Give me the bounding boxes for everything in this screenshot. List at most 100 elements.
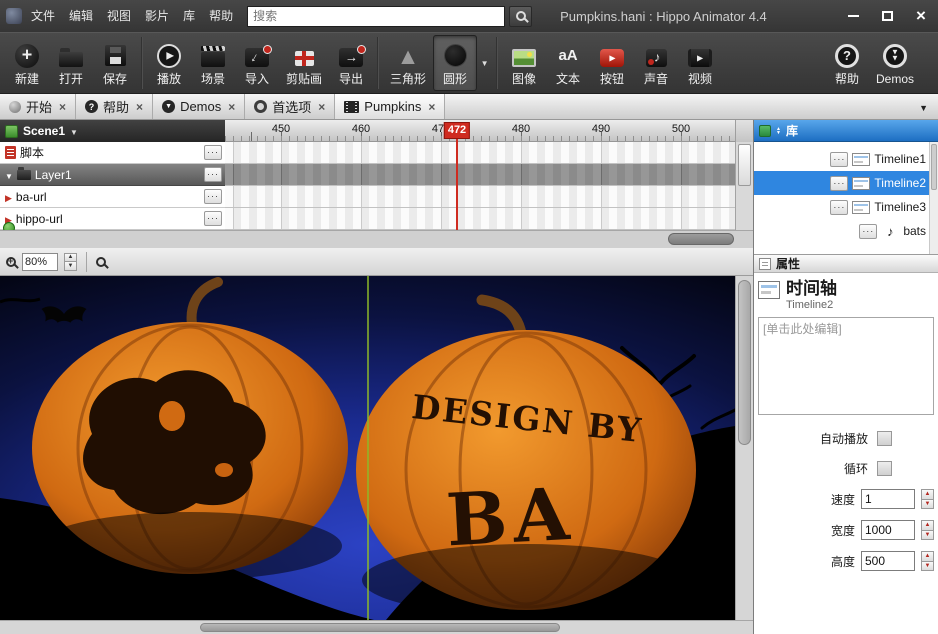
script-icon bbox=[5, 146, 16, 159]
spinner-down-icon[interactable]: ▼ bbox=[921, 562, 934, 572]
track-name-script[interactable]: 脚本 ··· bbox=[0, 142, 225, 164]
new-button[interactable]: 新建 bbox=[5, 35, 49, 91]
track-name-layer1[interactable]: Layer1 ··· bbox=[0, 164, 225, 186]
video-button[interactable]: 视频 bbox=[678, 35, 722, 91]
notes-edit-field[interactable]: [单击此处编辑] bbox=[758, 317, 934, 415]
spinner-down-icon[interactable]: ▼ bbox=[921, 500, 934, 510]
menu-library[interactable]: 库 bbox=[176, 0, 202, 32]
item-options-button[interactable]: ··· bbox=[830, 200, 848, 215]
tab-close-icon[interactable]: × bbox=[136, 100, 143, 114]
library-item-bats[interactable]: ··· bats bbox=[754, 219, 938, 243]
library-item-timeline3[interactable]: ··· Timeline3 bbox=[754, 195, 938, 219]
circle-tool-button[interactable]: 圆形 bbox=[433, 35, 477, 91]
tab-close-icon[interactable]: × bbox=[318, 100, 325, 114]
tab-overflow-button[interactable] bbox=[919, 98, 928, 116]
track-name-hippo-url[interactable]: hippo-url ··· bbox=[0, 208, 225, 230]
tab-start[interactable]: 开始× bbox=[0, 94, 76, 119]
item-options-button[interactable]: ··· bbox=[830, 176, 848, 191]
track-options-button[interactable]: ··· bbox=[204, 211, 222, 226]
help-button[interactable]: 帮助 bbox=[825, 35, 869, 91]
scrollbar-thumb[interactable] bbox=[200, 623, 560, 632]
clipart-button[interactable]: 剪贴画 bbox=[279, 35, 329, 91]
menu-movie[interactable]: 影片 bbox=[138, 0, 176, 32]
tab-help[interactable]: 帮助× bbox=[76, 94, 153, 119]
track-frames[interactable] bbox=[225, 186, 753, 208]
menu-help[interactable]: 帮助 bbox=[202, 0, 240, 32]
spinner-up-icon[interactable]: ▲ bbox=[921, 489, 934, 500]
spinner-up-icon[interactable]: ▲ bbox=[921, 551, 934, 562]
button-element-button[interactable]: 按钮 bbox=[590, 35, 634, 91]
library-add-icon[interactable] bbox=[759, 125, 771, 137]
menu-file[interactable]: 文件 bbox=[24, 0, 62, 32]
save-button[interactable]: 保存 bbox=[93, 35, 137, 91]
scrollbar-thumb[interactable] bbox=[738, 280, 751, 445]
menu-view[interactable]: 视图 bbox=[100, 0, 138, 32]
image-icon bbox=[512, 49, 536, 67]
track-options-button[interactable]: ··· bbox=[204, 167, 222, 182]
stage-canvas[interactable]: DESIGN BY BA bbox=[0, 276, 735, 620]
demos-button[interactable]: Demos bbox=[869, 35, 921, 91]
speed-input[interactable] bbox=[861, 489, 915, 509]
minimize-button[interactable] bbox=[836, 0, 870, 32]
play-button[interactable]: 播放 bbox=[147, 35, 191, 91]
search-input[interactable] bbox=[247, 6, 505, 27]
sort-icon[interactable] bbox=[776, 127, 781, 135]
triangle-tool-button[interactable]: 三角形 bbox=[383, 35, 433, 91]
tab-demos[interactable]: Demos× bbox=[153, 94, 245, 119]
canvas-horizontal-scrollbar[interactable] bbox=[0, 620, 753, 634]
properties-title: 属性 bbox=[776, 255, 800, 272]
loop-checkbox[interactable] bbox=[877, 461, 892, 476]
scene-selector[interactable]: Scene1 bbox=[0, 120, 225, 142]
spinner-down-icon[interactable]: ▼ bbox=[921, 531, 934, 541]
add-element-icon[interactable] bbox=[3, 222, 15, 230]
height-input[interactable] bbox=[861, 551, 915, 571]
open-button[interactable]: 打开 bbox=[49, 35, 93, 91]
maximize-button[interactable] bbox=[870, 0, 904, 32]
tab-close-icon[interactable]: × bbox=[59, 100, 66, 114]
text-button[interactable]: 文本 bbox=[546, 35, 590, 91]
collapse-caret-icon[interactable] bbox=[5, 168, 13, 182]
shape-dropdown-button[interactable] bbox=[477, 35, 492, 91]
button-icon bbox=[600, 49, 624, 67]
library-scrollbar[interactable] bbox=[929, 142, 938, 254]
track-options-button[interactable]: ··· bbox=[204, 145, 222, 160]
playhead-frame-label[interactable]: 472 bbox=[444, 122, 470, 139]
close-button[interactable]: × bbox=[904, 0, 938, 32]
tab-close-icon[interactable]: × bbox=[428, 100, 435, 114]
track-frames[interactable] bbox=[225, 142, 753, 164]
item-options-button[interactable]: ··· bbox=[830, 152, 848, 167]
track-name-ba-url[interactable]: ba-url ··· bbox=[0, 186, 225, 208]
width-input[interactable] bbox=[861, 520, 915, 540]
track-frames[interactable] bbox=[225, 164, 753, 186]
import-button[interactable]: 导入 bbox=[235, 35, 279, 91]
zoom-fit-icon[interactable] bbox=[96, 257, 106, 267]
tab-close-icon[interactable]: × bbox=[228, 100, 235, 114]
timeline-vertical-scrollbar[interactable] bbox=[735, 142, 753, 230]
timeline-horizontal-scrollbar[interactable] bbox=[0, 230, 753, 248]
canvas-vertical-scrollbar[interactable] bbox=[735, 276, 753, 620]
music-note-icon bbox=[881, 224, 899, 239]
spinner-up-icon[interactable]: ▲ bbox=[64, 253, 77, 263]
tab-preferences[interactable]: 首选项× bbox=[245, 94, 335, 119]
timeline-ruler[interactable]: 450 460 470 480 490 500 bbox=[225, 120, 735, 142]
scrollbar-thumb[interactable] bbox=[931, 144, 937, 190]
menu-edit[interactable]: 编辑 bbox=[62, 0, 100, 32]
item-options-button[interactable]: ··· bbox=[859, 224, 877, 239]
tab-pumpkins[interactable]: Pumpkins× bbox=[335, 94, 445, 119]
track-frames[interactable] bbox=[225, 208, 753, 230]
library-item-timeline1[interactable]: ··· Timeline1 bbox=[754, 147, 938, 171]
track-options-button[interactable]: ··· bbox=[204, 189, 222, 204]
library-item-timeline2[interactable]: ··· Timeline2 bbox=[754, 171, 938, 195]
sound-button[interactable]: 声音 bbox=[634, 35, 678, 91]
scrollbar-thumb[interactable] bbox=[738, 144, 751, 186]
search-button[interactable] bbox=[509, 6, 532, 27]
spinner-up-icon[interactable]: ▲ bbox=[921, 520, 934, 531]
scenes-button[interactable]: 场景 bbox=[191, 35, 235, 91]
autoplay-checkbox[interactable] bbox=[877, 431, 892, 446]
export-button[interactable]: 导出 bbox=[329, 35, 373, 91]
scrollbar-thumb[interactable] bbox=[668, 233, 734, 245]
image-button[interactable]: 图像 bbox=[502, 35, 546, 91]
ruler-tick: 500 bbox=[672, 123, 690, 135]
spinner-down-icon[interactable]: ▼ bbox=[64, 262, 77, 271]
zoom-level-input[interactable] bbox=[22, 253, 58, 271]
